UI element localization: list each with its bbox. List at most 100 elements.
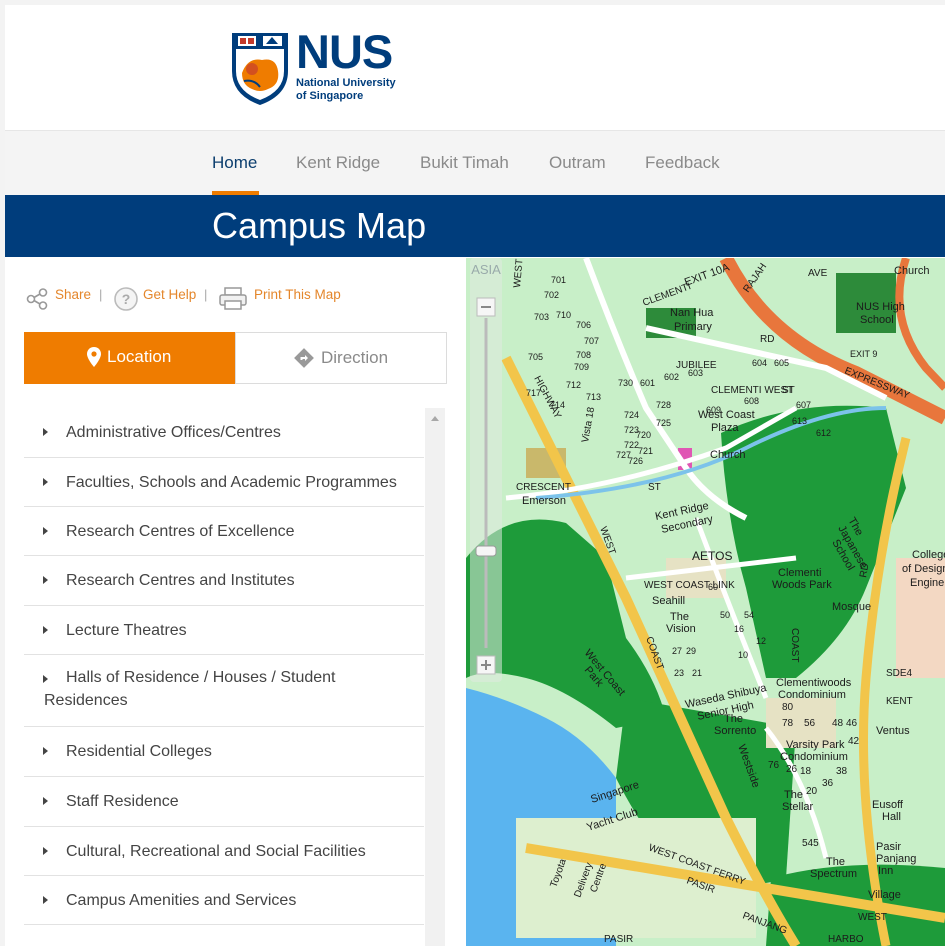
map-label: NUS High bbox=[856, 301, 905, 313]
map-label: EXIT 10A bbox=[683, 261, 732, 289]
caret-right-icon bbox=[43, 478, 48, 486]
tool-separator: | bbox=[204, 287, 208, 302]
tab-direction-label: Direction bbox=[321, 348, 389, 367]
map-block-number: 609 bbox=[706, 405, 721, 415]
category-scrollbar[interactable] bbox=[425, 408, 445, 946]
map-label: Seahill bbox=[652, 595, 685, 607]
map-block-number: 20 bbox=[806, 786, 818, 797]
map-label: HARBO bbox=[828, 934, 864, 945]
map-label: Pasir bbox=[876, 841, 901, 853]
nav-kent-ridge[interactable]: Kent Ridge bbox=[296, 153, 380, 173]
map-label: College bbox=[912, 549, 945, 561]
nus-logo[interactable]: NUS National University of Singapore bbox=[230, 27, 410, 107]
map-block-number: 21 bbox=[692, 668, 702, 678]
map-block-number: 29 bbox=[686, 646, 696, 656]
map-block-number: 714 bbox=[550, 400, 565, 410]
help-icon[interactable]: ? bbox=[113, 286, 139, 312]
share-icon[interactable] bbox=[26, 288, 48, 310]
window-frame-top bbox=[0, 0, 945, 5]
map-label: Primary bbox=[674, 321, 712, 333]
category-item[interactable]: Lecture Theatres bbox=[24, 606, 424, 655]
map-block-number: 26 bbox=[786, 764, 798, 775]
category-item[interactable]: Faculties, Schools and Academic Programm… bbox=[24, 458, 424, 507]
map-label: WEST COAST LINK bbox=[644, 580, 735, 591]
category-item[interactable]: Campus Amenities and Services bbox=[24, 876, 424, 925]
map-label: Clementiwoods bbox=[776, 677, 852, 689]
map-block-number: 602 bbox=[664, 372, 679, 382]
map-block-number: 712 bbox=[566, 380, 581, 390]
logo-wordmark: NUS bbox=[296, 25, 393, 78]
map-label: Mosque bbox=[832, 601, 871, 613]
map-label: The bbox=[826, 856, 845, 868]
map-block-number: 701 bbox=[551, 275, 566, 285]
map-pin-icon bbox=[87, 347, 101, 367]
printer-icon[interactable] bbox=[218, 286, 248, 312]
share-link[interactable]: Share bbox=[55, 287, 91, 302]
category-item[interactable]: Administrative Offices/Centres bbox=[24, 408, 424, 458]
logo-subtitle-line2: of Singapore bbox=[296, 90, 364, 102]
map-block-number: 601 bbox=[640, 378, 655, 388]
map-block-number: 605 bbox=[774, 358, 789, 368]
map-label: WEST bbox=[858, 912, 887, 923]
tab-location[interactable]: Location bbox=[24, 332, 235, 384]
caret-right-icon bbox=[43, 896, 48, 904]
map-block-number: 42 bbox=[848, 736, 860, 747]
nav-bukit-timah[interactable]: Bukit Timah bbox=[420, 153, 509, 173]
main-nav: Home Kent Ridge Bukit Timah Outram Feedb… bbox=[5, 130, 945, 195]
map-label: Ventus bbox=[876, 725, 910, 737]
caret-right-icon bbox=[43, 675, 48, 683]
map-canvas[interactable]: EXIT 10A CLEMENTI Nan Hua Primary JUBILE… bbox=[466, 258, 945, 946]
category-item[interactable]: Staff Residence bbox=[24, 777, 424, 827]
map-label: Engine bbox=[910, 577, 944, 589]
map-label: Church bbox=[894, 265, 929, 277]
zoom-handle[interactable] bbox=[475, 545, 497, 557]
campus-map[interactable]: EXIT 10A CLEMENTI Nan Hua Primary JUBILE… bbox=[466, 258, 945, 946]
map-block-number: 23 bbox=[674, 668, 684, 678]
category-item[interactable]: Residential Colleges bbox=[24, 727, 424, 777]
map-label: Clementi bbox=[778, 567, 821, 579]
map-block-number: 703 bbox=[534, 312, 549, 322]
map-block-number: 607 bbox=[796, 400, 811, 410]
map-label: EXIT 9 bbox=[850, 349, 877, 359]
map-block-number: 545 bbox=[802, 838, 819, 849]
map-label: RD bbox=[760, 334, 774, 345]
map-block-number: 36 bbox=[822, 778, 834, 789]
category-item[interactable]: Cultural, Recreational and Social Facili… bbox=[24, 827, 424, 876]
map-label: The bbox=[670, 611, 689, 623]
nav-feedback[interactable]: Feedback bbox=[645, 153, 720, 173]
map-label: PASIR bbox=[604, 934, 633, 945]
map-block-number: 705 bbox=[528, 352, 543, 362]
map-block-number: 708 bbox=[576, 350, 591, 360]
get-help-link[interactable]: Get Help bbox=[143, 287, 196, 302]
tab-direction[interactable]: Direction bbox=[235, 332, 447, 384]
map-block-number: 18 bbox=[800, 766, 812, 777]
map-block-number: 613 bbox=[792, 416, 807, 426]
nav-outram[interactable]: Outram bbox=[549, 153, 606, 173]
title-bar: Campus Map bbox=[5, 195, 945, 257]
caret-right-icon bbox=[43, 797, 48, 805]
map-label: AVE bbox=[808, 268, 828, 279]
map-block-number: 46 bbox=[846, 718, 858, 729]
category-item[interactable]: Research Centres and Institutes bbox=[24, 556, 424, 606]
scroll-up-arrow-icon[interactable] bbox=[431, 416, 439, 421]
category-item[interactable]: Research Centres of Excellence bbox=[24, 507, 424, 556]
map-block-number: 603 bbox=[688, 368, 703, 378]
map-block-number: 612 bbox=[816, 428, 831, 438]
caret-right-icon bbox=[43, 576, 48, 584]
category-item[interactable]: Halls of Residence / Houses / Student Re… bbox=[24, 655, 424, 727]
map-label: Inn bbox=[878, 865, 893, 877]
map-label: Plaza bbox=[711, 422, 739, 434]
nus-crest-icon bbox=[232, 33, 288, 105]
nav-home[interactable]: Home bbox=[212, 153, 257, 173]
caret-right-icon bbox=[43, 747, 48, 755]
expressway-ramp bbox=[895, 258, 945, 391]
map-block-number: 702 bbox=[544, 290, 559, 300]
map-block-number: 48 bbox=[832, 718, 844, 729]
caret-right-icon bbox=[43, 428, 48, 436]
map-zoom-control[interactable]: ASIA bbox=[466, 258, 506, 682]
tab-location-label: Location bbox=[107, 347, 172, 366]
map-block-number: 721 bbox=[638, 446, 653, 456]
zoom-label: ASIA bbox=[471, 262, 501, 277]
print-map-link[interactable]: Print This Map bbox=[254, 287, 341, 302]
map-block-number: 608 bbox=[744, 396, 759, 406]
